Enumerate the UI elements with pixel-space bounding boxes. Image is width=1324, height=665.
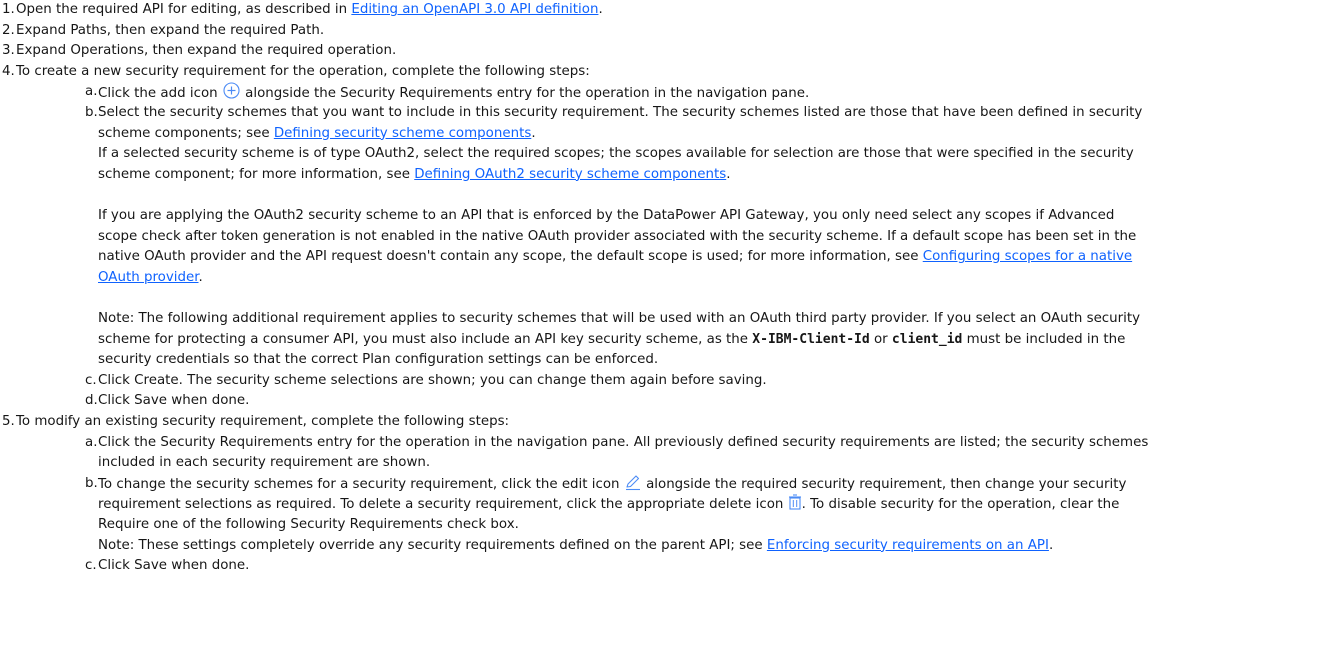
editing-openapi-link[interactable]: Editing an OpenAPI 3.0 API definition bbox=[351, 2, 598, 17]
step-5a-line: Click the Security Requirements entry fo… bbox=[98, 434, 1149, 450]
note-line: security credentials so that the correct… bbox=[98, 352, 659, 368]
step-5c-text: Click Save when done. bbox=[98, 558, 250, 574]
code-client-id-header: X-IBM-Client-Id bbox=[752, 331, 870, 347]
step-4b-line: scheme components; see Defining security… bbox=[98, 125, 536, 141]
step-5b-line: Require one of the following Security Re… bbox=[98, 517, 519, 532]
code-client-id: client_id bbox=[891, 331, 963, 347]
step-4b-paragraph-line: native OAuth provider and the API reques… bbox=[98, 249, 1133, 265]
step-1-text: Open the required API for editing, as de… bbox=[16, 2, 603, 17]
substep-letter: b. bbox=[85, 475, 98, 491]
step-number: 1. bbox=[2, 2, 15, 17]
step-4b-paragraph-line: scope check after token generation is no… bbox=[98, 228, 1137, 244]
substep-letter: a. bbox=[85, 84, 98, 100]
substep-letter: c. bbox=[85, 558, 97, 574]
step-2-text: Expand Paths, then expand the required P… bbox=[16, 22, 325, 38]
step-4d-text: Click Save when done. bbox=[98, 393, 250, 409]
step-4b-line: scheme component; for more information, … bbox=[98, 166, 731, 182]
oauth2-scheme-components-link[interactable]: Defining OAuth2 security scheme componen… bbox=[414, 167, 726, 182]
step-5b-note: Note: These settings completely override… bbox=[98, 537, 1054, 553]
note-line: scheme for protecting a consumer API, yo… bbox=[98, 331, 1126, 347]
step-4b-paragraph-line: If you are applying the OAuth2 security … bbox=[98, 208, 1115, 223]
configuring-scopes-link[interactable]: Configuring scopes for a native bbox=[923, 249, 1132, 264]
step-4c-text: Click Create. The security scheme select… bbox=[98, 372, 767, 388]
substep-letter: c. bbox=[85, 372, 97, 388]
step-4-text: To create a new security requirement for… bbox=[16, 63, 590, 79]
substep-letter: d. bbox=[85, 393, 98, 409]
step-4b-line: If a selected security scheme is of type… bbox=[98, 146, 1134, 162]
note-line: Note: The following additional requireme… bbox=[98, 311, 1141, 326]
substep-letter: a. bbox=[85, 434, 98, 450]
step-3-text: Expand Operations, then expand the requi… bbox=[16, 43, 397, 59]
step-5a-line: included in each security requirement ar… bbox=[98, 455, 431, 471]
step-4b-paragraph-line: OAuth provider. bbox=[98, 269, 203, 285]
step-number: 3. bbox=[2, 43, 15, 59]
step-4b-line: Select the security schemes that you wan… bbox=[98, 105, 1143, 120]
enforcing-security-link[interactable]: Enforcing security requirements on an AP… bbox=[767, 538, 1049, 553]
step-number: 4. bbox=[2, 63, 15, 79]
security-scheme-components-link[interactable]: Defining security scheme components bbox=[274, 126, 532, 141]
step-number: 2. bbox=[2, 22, 15, 38]
step-number: 5. bbox=[2, 414, 15, 429]
trash-icon bbox=[788, 494, 802, 519]
substep-letter: b. bbox=[85, 105, 98, 120]
configuring-scopes-link-cont[interactable]: OAuth provider bbox=[98, 270, 199, 285]
step-5-text: To modify an existing security requireme… bbox=[16, 414, 510, 429]
